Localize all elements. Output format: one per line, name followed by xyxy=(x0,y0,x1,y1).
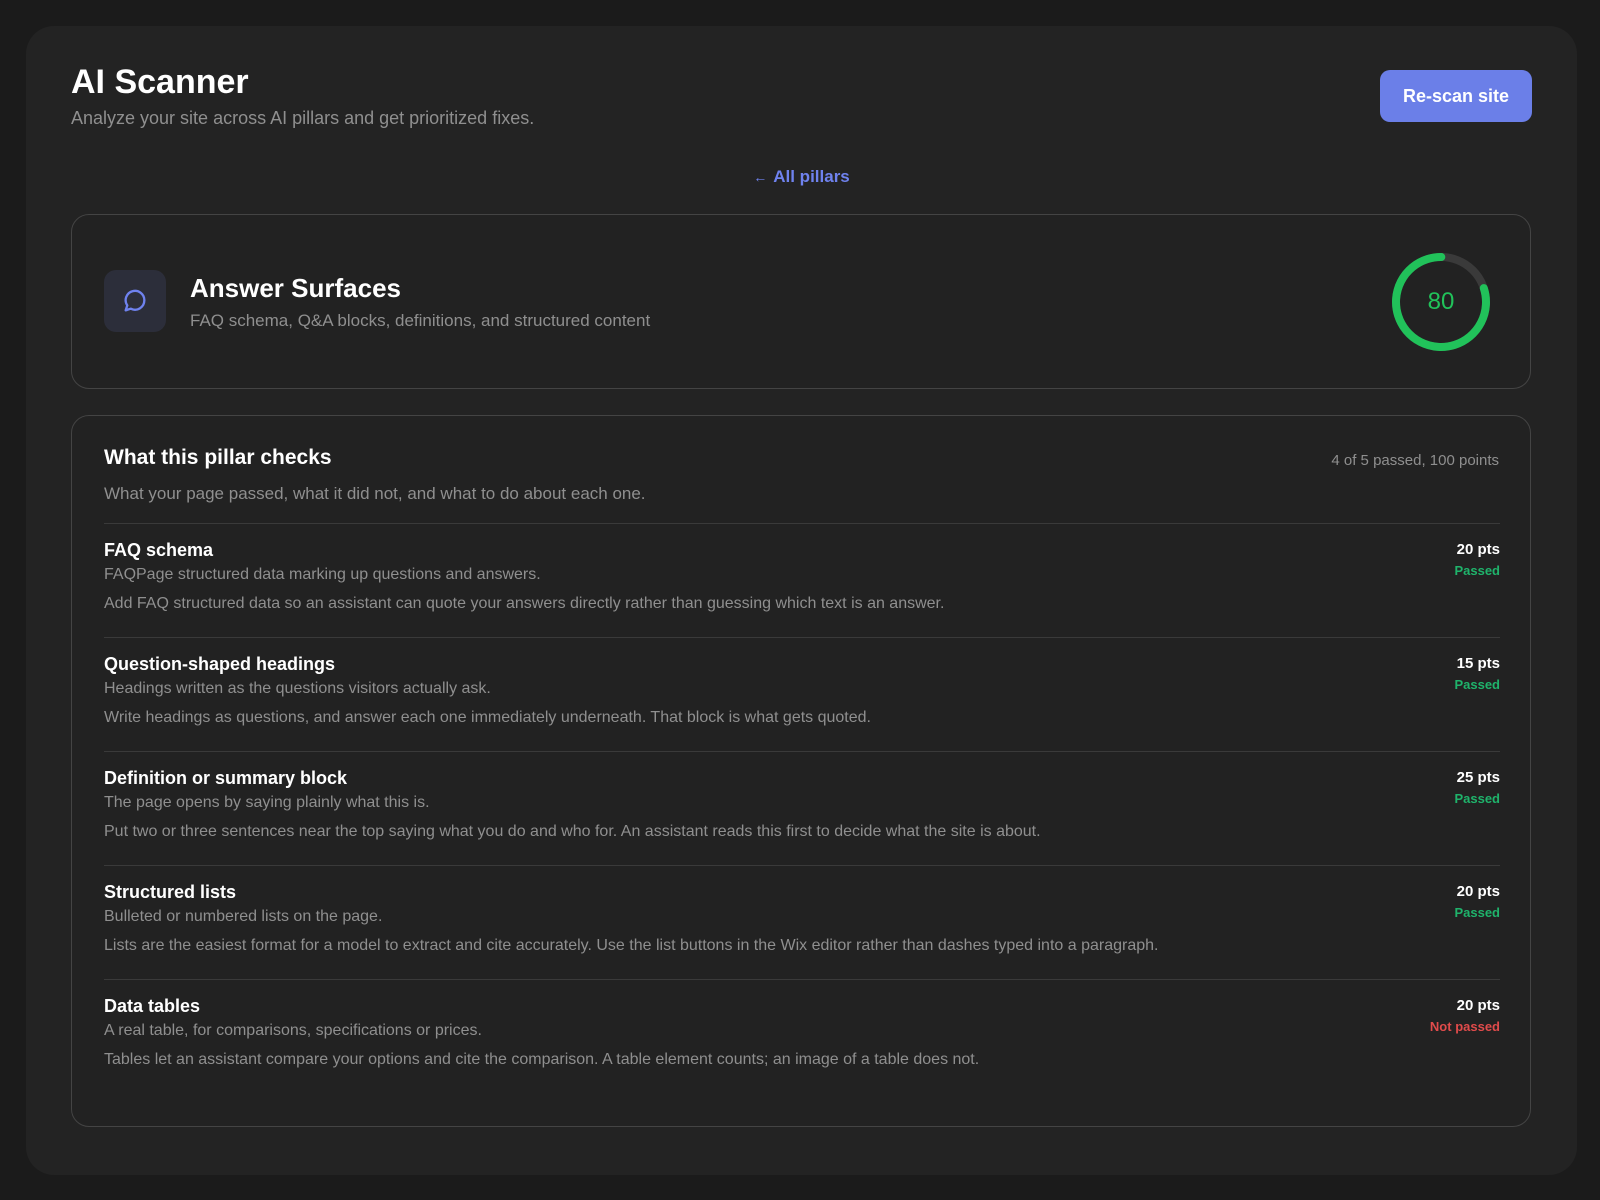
check-advice: Put two or three sentences near the top … xyxy=(104,823,1041,840)
check-item-faq-schema: FAQ schema FAQPage structured data marki… xyxy=(104,523,1500,637)
all-pillars-label: All pillars xyxy=(773,167,850,186)
check-description: Headings written as the questions visito… xyxy=(104,680,491,697)
checks-subtitle: What your page passed, what it did not, … xyxy=(104,484,646,503)
page-subtitle: Analyze your site across AI pillars and … xyxy=(71,108,535,128)
check-description: A real table, for comparisons, specifica… xyxy=(104,1022,482,1039)
check-name: FAQ schema xyxy=(104,540,214,560)
page-title: AI Scanner xyxy=(71,63,249,101)
check-item-definition-block: Definition or summary block The page ope… xyxy=(104,751,1500,865)
check-description: The page opens by saying plainly what th… xyxy=(104,794,430,811)
checks-card: What this pillar checks 4 of 5 passed, 1… xyxy=(71,415,1531,1127)
all-pillars-link[interactable]: ← All pillars xyxy=(26,167,1577,187)
pillar-name: Answer Surfaces xyxy=(190,273,401,303)
checks-title: What this pillar checks xyxy=(104,446,332,469)
check-status: Passed xyxy=(1454,791,1500,806)
check-name: Definition or summary block xyxy=(104,768,348,788)
check-list: FAQ schema FAQPage structured data marki… xyxy=(104,523,1500,1093)
check-item-data-tables: Data tables A real table, for comparison… xyxy=(104,979,1500,1093)
check-item-question-headings: Question-shaped headings Headings writte… xyxy=(104,637,1500,751)
rescan-site-button[interactable]: Re-scan site xyxy=(1380,70,1532,122)
check-points: 20 pts xyxy=(1456,997,1500,1014)
pillar-card: Answer Surfaces FAQ schema, Q&A blocks, … xyxy=(71,214,1531,389)
check-status: Passed xyxy=(1454,905,1500,920)
check-status: Not passed xyxy=(1429,1019,1500,1034)
check-advice: Write headings as questions, and answer … xyxy=(104,709,871,726)
check-name: Question-shaped headings xyxy=(104,654,336,674)
check-name: Data tables xyxy=(104,996,201,1016)
check-item-structured-lists: Structured lists Bulleted or numbered li… xyxy=(104,865,1500,979)
check-status: Passed xyxy=(1454,563,1500,578)
check-status: Passed xyxy=(1454,677,1500,692)
pillar-description: FAQ schema, Q&A blocks, definitions, and… xyxy=(190,311,651,330)
check-name: Structured lists xyxy=(104,882,237,902)
check-advice: Lists are the easiest format for a model… xyxy=(104,937,1159,954)
score-value: 80 xyxy=(1427,288,1455,315)
check-description: FAQPage structured data marking up quest… xyxy=(104,566,541,583)
score-ring: 80 xyxy=(1390,251,1492,353)
check-points: 20 pts xyxy=(1456,541,1500,558)
check-points: 15 pts xyxy=(1456,655,1500,672)
check-advice: Tables let an assistant compare your opt… xyxy=(104,1051,980,1068)
app-frame: AI Scanner Analyze your site across AI p… xyxy=(26,26,1577,1175)
check-description: Bulleted or numbered lists on the page. xyxy=(104,908,383,925)
check-points: 25 pts xyxy=(1456,769,1500,786)
chat-bubble-icon xyxy=(104,270,166,332)
checks-summary: 4 of 5 passed, 100 points xyxy=(1331,452,1499,469)
back-arrow-icon: ← xyxy=(753,169,768,185)
check-advice: Add FAQ structured data so an assistant … xyxy=(104,595,945,612)
check-points: 20 pts xyxy=(1456,883,1500,900)
